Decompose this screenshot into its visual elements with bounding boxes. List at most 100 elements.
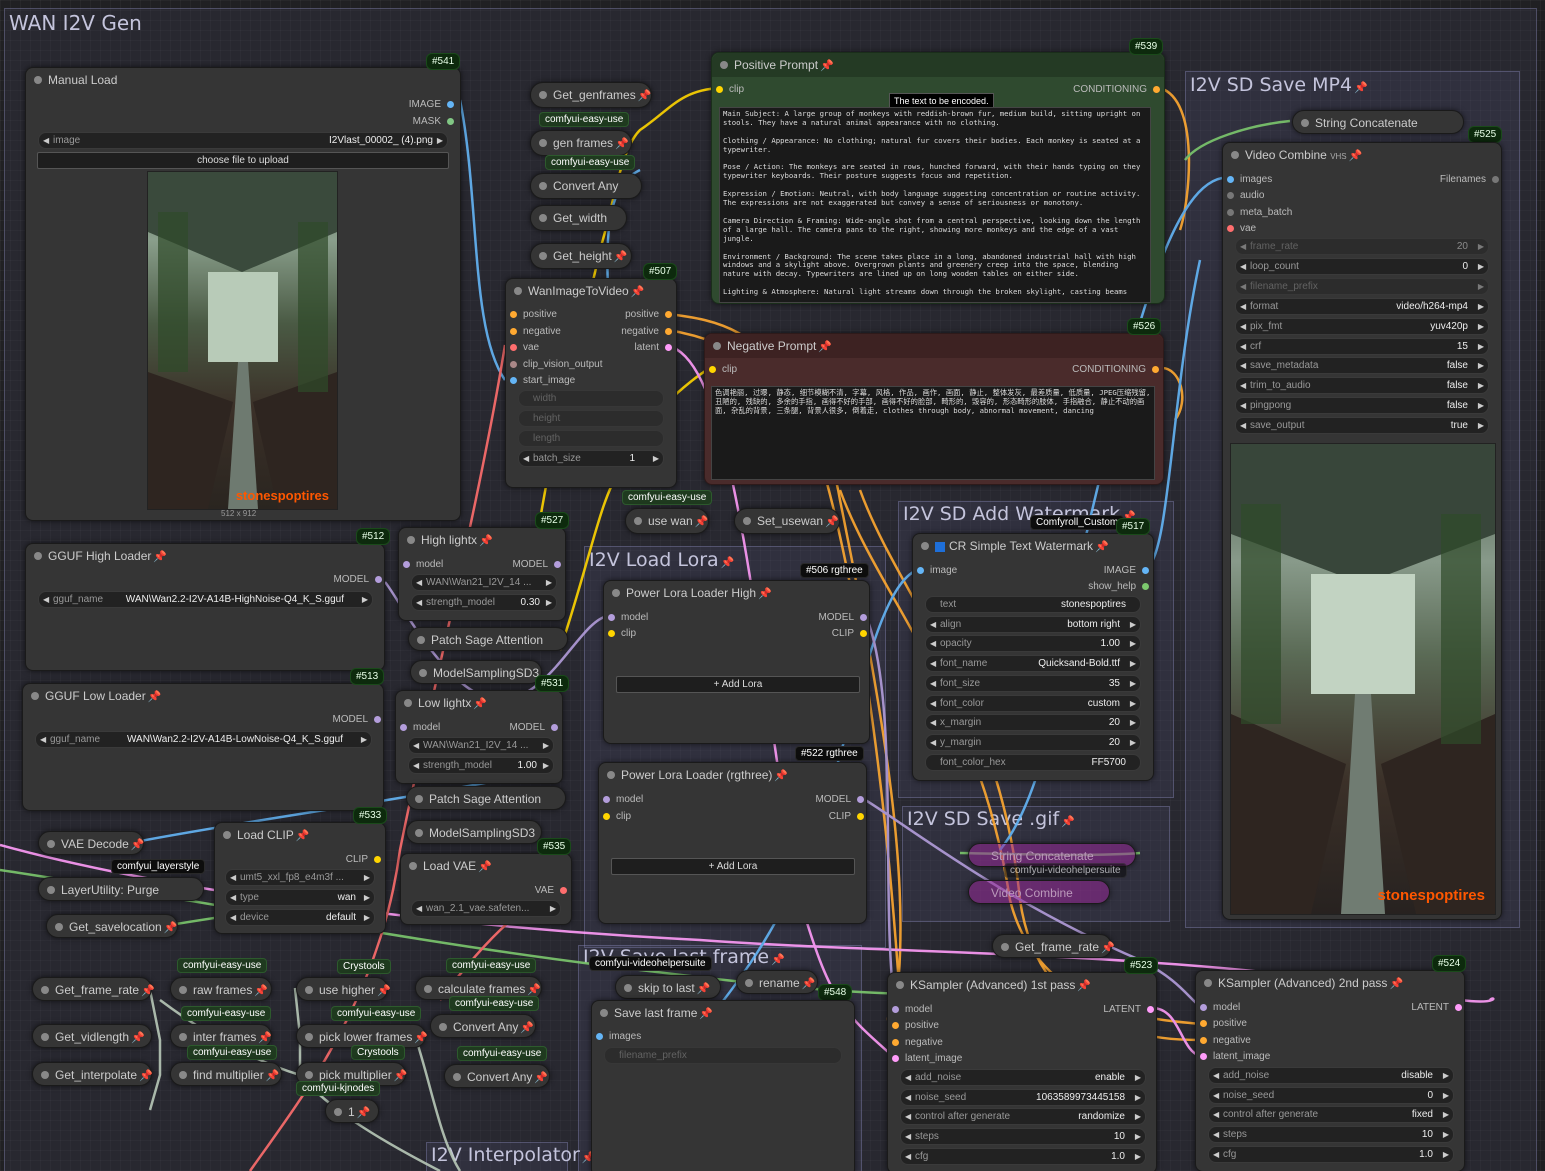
node-title[interactable]: Save last frame 📌 xyxy=(592,1001,854,1025)
socket-model[interactable] xyxy=(375,575,382,583)
pin-icon[interactable]: 📌 xyxy=(697,983,711,995)
strength-widget[interactable]: ◀ strength_model 1.00 ▶ xyxy=(408,757,554,774)
arrow-left-icon[interactable]: ◀ xyxy=(230,870,236,885)
output-latent[interactable]: latent xyxy=(635,342,672,353)
arrow-left-icon[interactable]: ◀ xyxy=(930,676,936,691)
arrow-right-icon[interactable]: ▶ xyxy=(1130,656,1136,671)
socket-conditioning[interactable] xyxy=(665,327,672,335)
purge-node[interactable]: LayerUtility: Purge xyxy=(38,877,204,901)
patch-sage-attention-node[interactable]: Patch Sage Attention xyxy=(408,627,568,651)
arrow-right-icon[interactable]: ▶ xyxy=(546,575,552,590)
output-vae[interactable]: VAE xyxy=(535,885,567,896)
constant-one-node[interactable]: 1 📌 xyxy=(325,1099,379,1123)
node-title[interactable]: gen frames 📌 xyxy=(531,131,631,155)
get-interpolate-node[interactable]: Get_interpolate 📌 xyxy=(32,1062,153,1086)
collapse-dot-icon[interactable] xyxy=(419,669,427,677)
output-latent[interactable]: LATENT xyxy=(1103,1004,1154,1015)
output-conditioning[interactable]: CONDITIONING xyxy=(1072,364,1159,375)
output-positive[interactable]: positive xyxy=(625,309,672,320)
arrow-right-icon[interactable]: ▶ xyxy=(1443,1107,1449,1122)
arrow-left-icon[interactable]: ◀ xyxy=(523,451,529,466)
arrow-left-icon[interactable]: ◀ xyxy=(1240,418,1246,433)
arrow-left-icon[interactable]: ◀ xyxy=(930,735,936,750)
pin-icon[interactable]: 📌 xyxy=(1354,81,1368,94)
control-after-generate-widget[interactable]: ◀ control after generate randomize ▶ xyxy=(900,1108,1146,1126)
pix-fmt-widget[interactable]: ◀ pix_fmt yuv420p ▶ xyxy=(1235,317,1489,335)
collapse-dot-icon[interactable] xyxy=(223,831,231,839)
node-title[interactable]: rename 📌 xyxy=(737,971,817,995)
patch-sage-attention-node[interactable]: Patch Sage Attention xyxy=(406,786,566,810)
socket-conditioning[interactable] xyxy=(665,310,672,318)
use-wan-node[interactable]: use wan 📌 xyxy=(625,508,709,534)
group-interpolator[interactable]: I2V Interpolator 📌 xyxy=(426,1142,596,1171)
node-title[interactable]: Manual Load xyxy=(26,68,460,92)
frame-rate-widget[interactable]: ◀ frame_rate 20 ▶ xyxy=(1235,238,1489,255)
collapse-dot-icon[interactable] xyxy=(539,214,547,222)
pin-icon[interactable]: 📌 xyxy=(479,535,493,547)
collapse-dot-icon[interactable] xyxy=(743,517,751,525)
collapse-dot-icon[interactable] xyxy=(1301,119,1309,127)
font-color-widget[interactable]: ◀ font_color custom ▶ xyxy=(925,694,1141,712)
arrow-left-icon[interactable]: ◀ xyxy=(1213,1088,1219,1103)
gif-video-combine-node[interactable]: Video Combine xyxy=(968,880,1110,904)
arrow-right-icon[interactable]: ▶ xyxy=(1130,676,1136,691)
height-widget[interactable]: height xyxy=(518,410,664,427)
pin-icon[interactable]: 📌 xyxy=(296,830,310,842)
node-title[interactable]: skip to last 📌 xyxy=(616,976,720,1000)
socket-mask[interactable] xyxy=(447,117,454,125)
image-select-widget[interactable]: ◀ image I2Vlast_00002_ (4).png ▶ xyxy=(38,132,448,149)
pin-icon[interactable]: 📌 xyxy=(695,516,709,528)
pin-icon[interactable]: 📌 xyxy=(254,985,268,997)
collapse-dot-icon[interactable] xyxy=(634,517,642,525)
collapse-dot-icon[interactable] xyxy=(31,692,39,700)
clip-name-widget[interactable]: ◀ umt5_xxl_fp8_e4m3f ... ▶ xyxy=(225,869,375,886)
node-title[interactable]: Video Combine xyxy=(969,881,1109,905)
pin-icon[interactable]: 📌 xyxy=(394,1070,408,1082)
arrow-right-icon[interactable]: ▶ xyxy=(364,870,370,885)
pin-icon[interactable]: 📌 xyxy=(153,551,167,563)
arrow-left-icon[interactable]: ◀ xyxy=(1240,299,1246,314)
collapse-dot-icon[interactable] xyxy=(34,76,42,84)
collapse-dot-icon[interactable] xyxy=(539,91,547,99)
node-canvas[interactable]: WAN I2V Gen I2V SD Save MP4 📌 I2V Load Lo… xyxy=(0,0,1545,1171)
output-model[interactable]: MODEL xyxy=(509,722,558,733)
socket-clip-vision[interactable] xyxy=(510,360,517,368)
convert-any-node[interactable]: Convert Any 📌 xyxy=(444,1064,550,1088)
lora-select-widget[interactable]: ◀ WAN\Wan21_I2V_14 ... ▶ xyxy=(408,737,554,754)
use-higher-node[interactable]: use higher 📌 xyxy=(296,977,391,1001)
pin-icon[interactable]: 📌 xyxy=(774,770,788,782)
arrow-right-icon[interactable]: ▶ xyxy=(1135,1109,1141,1124)
pin-icon[interactable]: 📌 xyxy=(1061,815,1075,828)
collapse-dot-icon[interactable] xyxy=(417,636,425,644)
pin-icon[interactable]: 📌 xyxy=(1101,942,1115,954)
collapse-dot-icon[interactable] xyxy=(514,287,522,295)
input-clip[interactable]: clip xyxy=(709,364,737,375)
arrow-left-icon[interactable]: ◀ xyxy=(416,595,422,610)
node-title[interactable]: Convert Any xyxy=(531,174,641,198)
arrow-right-icon[interactable]: ▶ xyxy=(1135,1149,1141,1164)
align-widget[interactable]: ◀ align bottom right ▶ xyxy=(925,615,1141,633)
arrow-right-icon[interactable]: ▶ xyxy=(1478,279,1484,294)
text-widget[interactable]: text stonespoptires xyxy=(925,596,1141,613)
save-output-widget[interactable]: ◀ save_output true ▶ xyxy=(1235,417,1489,435)
output-mask[interactable]: MASK xyxy=(413,116,454,127)
arrow-left-icon[interactable]: ◀ xyxy=(230,910,236,925)
socket-model[interactable] xyxy=(400,723,407,731)
output-filenames[interactable]: Filenames xyxy=(1440,174,1499,185)
socket-model[interactable] xyxy=(603,795,610,803)
node-title[interactable]: use wan 📌 xyxy=(626,509,708,533)
collapse-dot-icon[interactable] xyxy=(713,342,721,350)
collapse-dot-icon[interactable] xyxy=(745,979,753,987)
socket-conditioning[interactable] xyxy=(1200,1019,1207,1027)
socket-image[interactable] xyxy=(447,100,454,108)
pin-icon[interactable]: 📌 xyxy=(771,953,785,966)
pin-icon[interactable]: 📌 xyxy=(131,839,145,851)
collapse-dot-icon[interactable] xyxy=(34,552,42,560)
node-title[interactable]: High lightx 📌 xyxy=(399,528,565,552)
pin-icon[interactable]: 📌 xyxy=(802,978,816,990)
node-title[interactable]: Get_genframes 📌 xyxy=(531,83,651,107)
collapse-dot-icon[interactable] xyxy=(539,252,547,260)
arrow-right-icon[interactable]: ▶ xyxy=(1130,696,1136,711)
arrow-left-icon[interactable]: ◀ xyxy=(1213,1147,1219,1162)
positive-prompt-textarea[interactable]: Main Subject: A large group of monkeys w… xyxy=(719,107,1151,303)
